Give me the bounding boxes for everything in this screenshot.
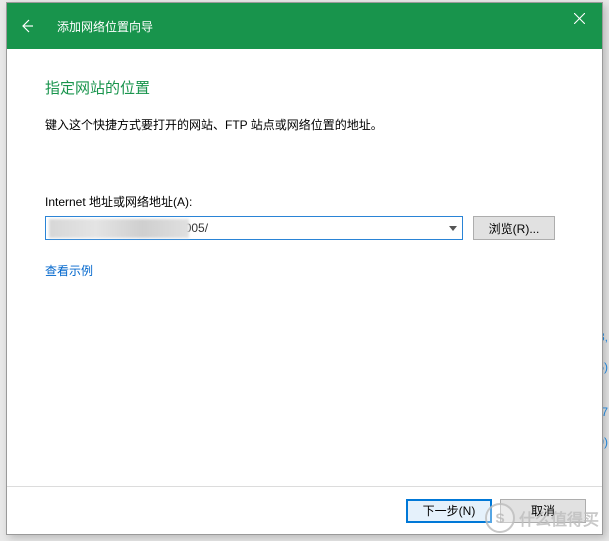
address-label: Internet 地址或网络地址(A): [45,193,564,210]
wizard-dialog: 添加网络位置向导 指定网站的位置 键入这个快捷方式要打开的网站、FTP 站点或网… [6,2,603,535]
titlebar: 添加网络位置向导 [7,3,602,49]
arrow-left-icon [18,17,36,35]
address-row: 浏览(R)... [45,216,564,240]
chevron-down-icon [449,226,457,231]
close-icon [574,13,585,24]
window-title: 添加网络位置向导 [57,18,153,35]
cancel-button[interactable]: 取消 [500,499,586,523]
back-button[interactable] [7,3,47,49]
content-area: 指定网站的位置 键入这个快捷方式要打开的网站、FTP 站点或网络位置的地址。 I… [7,49,602,486]
browse-button-label: 浏览(R)... [489,220,540,237]
address-input[interactable] [46,217,444,239]
address-combobox[interactable] [45,216,463,240]
browse-button[interactable]: 浏览(R)... [473,216,555,240]
next-button-label: 下一步(N) [423,502,476,519]
cancel-button-label: 取消 [531,502,555,519]
page-subtext: 键入这个快捷方式要打开的网站、FTP 站点或网络位置的地址。 [45,116,564,133]
combo-dropdown-button[interactable] [444,217,462,239]
footer: 下一步(N) 取消 [7,486,602,534]
view-examples-link[interactable]: 查看示例 [45,262,93,279]
page-heading: 指定网站的位置 [45,77,564,98]
next-button[interactable]: 下一步(N) [406,499,492,523]
close-button[interactable] [556,3,602,33]
